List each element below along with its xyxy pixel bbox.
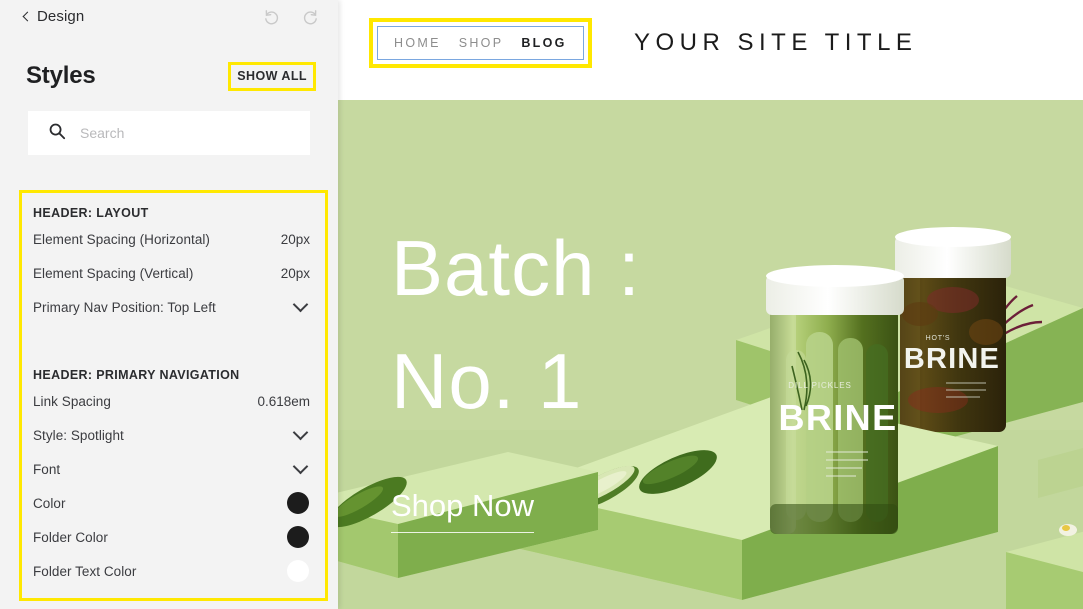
group-heading-header-layout: HEADER: LAYOUT — [33, 206, 149, 220]
hero-headline-line-1: Batch : — [391, 224, 641, 312]
row-label: Element Spacing (Vertical) — [33, 265, 194, 281]
chevron-left-icon — [22, 11, 33, 22]
chevron-down-icon — [292, 296, 309, 313]
style-row-element-spacing-horizontal[interactable]: Element Spacing (Horizontal) 20px — [33, 222, 310, 256]
color-swatch[interactable] — [287, 526, 309, 548]
svg-text:HOT'S: HOT'S — [926, 335, 951, 342]
row-label: Folder Color — [33, 529, 108, 545]
svg-text:BRINE: BRINE — [904, 343, 1000, 375]
site-preview: HOME SHOP BLOG YOUR SITE TITLE BRINE HOT… — [338, 0, 1083, 609]
chevron-down-icon — [292, 424, 309, 441]
row-value: 20px — [280, 265, 310, 281]
jar-front: BRINE DILL PICKLES — [766, 265, 904, 534]
style-row-folder-text-color[interactable]: Folder Text Color — [33, 554, 310, 588]
show-all-button[interactable]: SHOW ALL — [237, 69, 307, 83]
color-swatch[interactable] — [287, 492, 309, 514]
back-label: Design — [37, 8, 85, 25]
group-heading-header-primary-navigation: HEADER: PRIMARY NAVIGATION — [33, 368, 240, 382]
style-row-font[interactable]: Font — [33, 452, 310, 486]
shop-now-link[interactable]: Shop Now — [391, 488, 535, 533]
row-label: Color — [33, 495, 66, 511]
show-all-highlight: SHOW ALL — [228, 61, 316, 91]
hero-headline: Batch : No. 1 — [391, 212, 641, 438]
row-label: Link Spacing — [33, 393, 111, 409]
chevron-down-icon — [292, 458, 309, 475]
styles-panel: Design Styles SHOW ALL Search HEADER: LA… — [0, 0, 338, 609]
primary-nav-highlight: HOME SHOP BLOG — [369, 18, 592, 68]
row-label: Element Spacing (Horizontal) — [33, 231, 210, 247]
back-to-design-button[interactable]: Design — [22, 8, 85, 25]
hero-headline-line-2: No. 1 — [391, 337, 583, 426]
nav-link-shop[interactable]: SHOP — [459, 36, 504, 50]
row-label: Style: Spotlight — [33, 427, 124, 443]
primary-nav[interactable]: HOME SHOP BLOG — [377, 26, 584, 60]
styles-header: Styles SHOW ALL — [0, 52, 338, 100]
row-value: 0.618em — [257, 393, 310, 409]
row-label: Font — [33, 461, 61, 477]
svg-text:BRINE: BRINE — [778, 397, 897, 438]
site-title: YOUR SITE TITLE — [634, 29, 918, 56]
style-row-style-spotlight[interactable]: Style: Spotlight — [33, 418, 310, 452]
search-bar[interactable] — [28, 111, 310, 155]
style-row-primary-nav-position[interactable]: Primary Nav Position: Top Left — [33, 290, 310, 324]
row-label: Primary Nav Position: Top Left — [33, 299, 216, 315]
row-label: Folder Text Color — [33, 563, 137, 579]
search-icon — [48, 122, 66, 145]
style-row-color[interactable]: Color — [33, 486, 310, 520]
page-title: Styles — [26, 62, 96, 89]
site-header: HOME SHOP BLOG YOUR SITE TITLE — [338, 0, 1083, 100]
undo-redo-group — [262, 7, 320, 27]
jar-back: BRINE HOT'S — [895, 227, 1011, 432]
undo-icon[interactable] — [262, 7, 282, 27]
style-row-link-spacing[interactable]: Link Spacing 0.618em — [33, 384, 310, 418]
hero-banner: BRINE HOT'S BRINE DILL PICKLES Batch: N… — [338, 100, 1083, 609]
styles-options-highlight: HEADER: LAYOUT Element Spacing (Horizont… — [19, 190, 328, 601]
redo-icon[interactable] — [300, 7, 320, 27]
row-value: 20px — [280, 231, 310, 247]
style-row-element-spacing-vertical[interactable]: Element Spacing (Vertical) 20px — [33, 256, 310, 290]
nav-link-home[interactable]: HOME — [394, 36, 441, 50]
svg-text:DILL PICKLES: DILL PICKLES — [788, 381, 851, 390]
design-editor: Design Styles SHOW ALL Search HEADER: LA… — [0, 0, 1083, 609]
search-input[interactable] — [80, 125, 290, 141]
style-row-folder-color[interactable]: Folder Color — [33, 520, 310, 554]
panel-topbar: Design — [0, 0, 338, 33]
nav-link-blog[interactable]: BLOG — [521, 36, 566, 50]
color-swatch[interactable] — [287, 560, 309, 582]
